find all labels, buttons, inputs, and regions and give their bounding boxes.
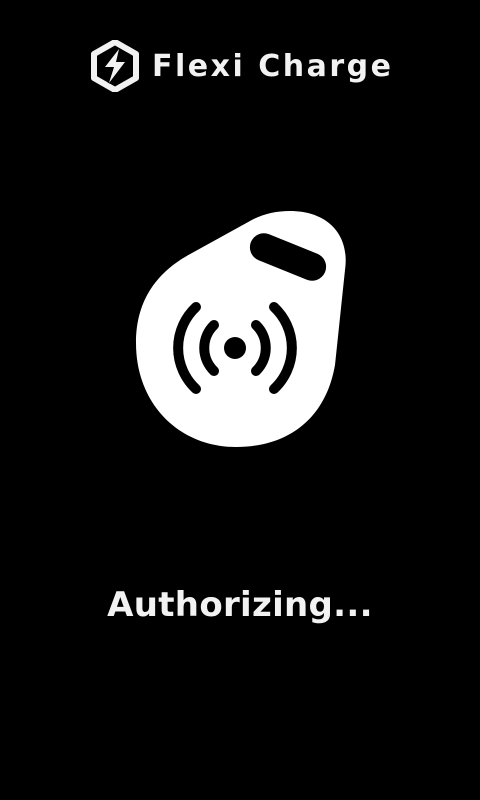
app-header: Flexi Charge (0, 38, 480, 96)
flexi-charge-logo-icon (91, 40, 139, 92)
rfid-tag-icon (136, 211, 346, 447)
brand-name: Flexi Charge (152, 49, 394, 84)
rfid-tag-illustration (130, 205, 350, 455)
authorizing-status-text: Authorizing... (107, 585, 373, 625)
